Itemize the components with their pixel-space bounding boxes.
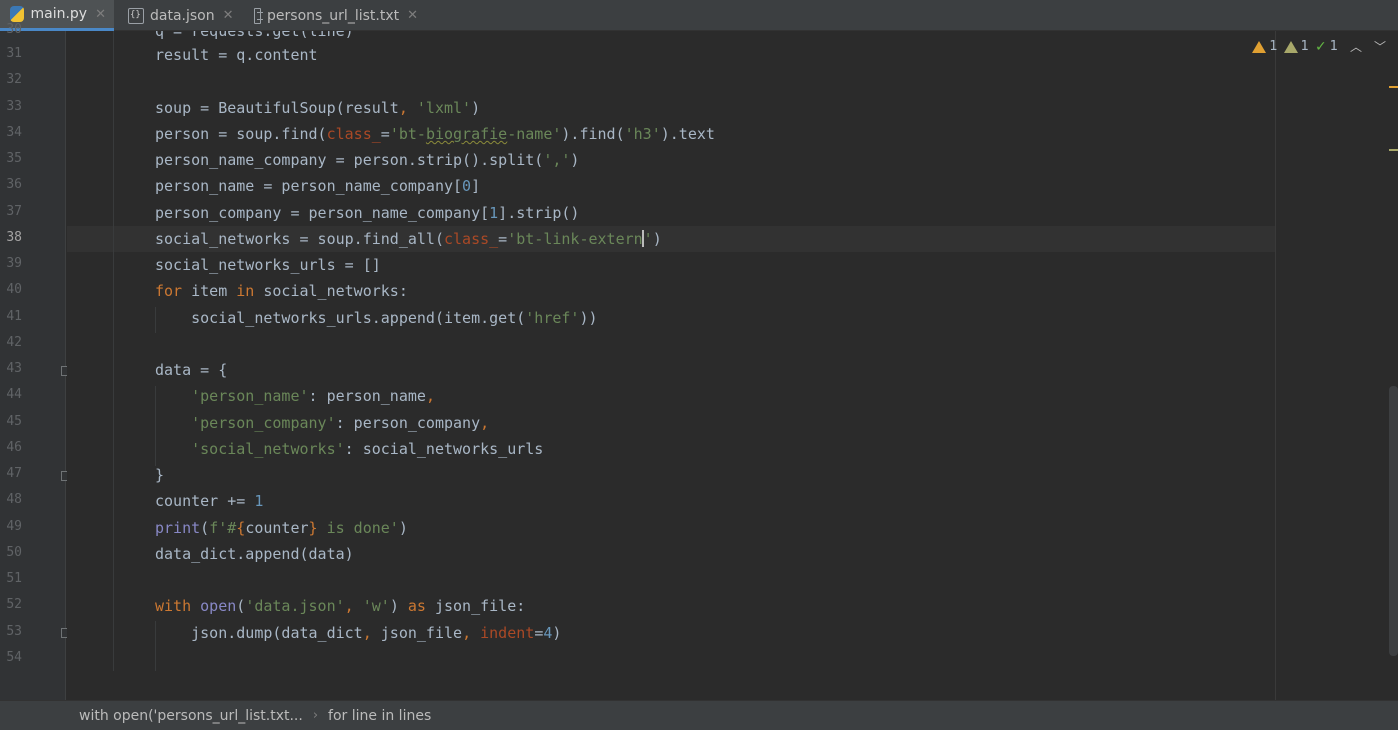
- code-line: 'social_networks': social_networks_urls: [191, 440, 544, 458]
- text-file-icon: [254, 7, 264, 24]
- scrollbar-thumb[interactable]: [1389, 386, 1398, 656]
- typo-count[interactable]: ✓ 1: [1315, 39, 1338, 55]
- code-line: print(f'#{counter} is done'): [155, 519, 408, 537]
- right-margin-guide: [1275, 31, 1276, 700]
- line-number: 52: [6, 597, 22, 612]
- line-number: 53: [6, 624, 22, 639]
- breadcrumb: with open('persons_url_list.txt... › for…: [0, 700, 1398, 730]
- breadcrumb-item[interactable]: with open('persons_url_list.txt...: [79, 708, 303, 724]
- code-line: json.dump(data_dict, json_file, indent=4…: [155, 624, 562, 642]
- line-number: 31: [6, 46, 22, 61]
- editor-scrollbar[interactable]: [1386, 31, 1398, 700]
- close-icon[interactable]: ✕: [95, 7, 106, 22]
- editor-tab-bar: main.py ✕ data.json ✕ persons_url_list.t…: [0, 0, 1398, 31]
- code-line: data_dict.append(data): [155, 545, 354, 563]
- tab-label: persons_url_list.txt: [267, 7, 400, 24]
- typo-check-icon: ✓: [1314, 38, 1327, 55]
- inspection-widget[interactable]: 1 1 ✓ 1 ︿ ﹀: [1252, 38, 1386, 55]
- code-line: data = {: [155, 361, 228, 379]
- code-editor[interactable]: q = requests.get(line) result = q.conten…: [67, 31, 1275, 700]
- warning-count[interactable]: 1: [1283, 39, 1309, 54]
- line-number: 43: [6, 361, 22, 376]
- tab-label: main.py: [30, 6, 88, 22]
- error-count[interactable]: 1: [1252, 39, 1278, 54]
- breadcrumb-item[interactable]: for line in lines: [328, 708, 431, 724]
- line-number: 30: [6, 22, 22, 37]
- code-line: social_networks_urls = []: [155, 256, 381, 274]
- tab-data-json[interactable]: data.json ✕: [118, 0, 242, 31]
- chevron-right-icon: ›: [312, 708, 319, 723]
- previous-highlight-icon[interactable]: ︿: [1350, 38, 1362, 55]
- line-number-gutter[interactable]: 30 31 32 33 34 35 36 37 38 39 40 41 42 4…: [0, 22, 70, 700]
- error-stripe-mark[interactable]: [1389, 86, 1398, 88]
- line-number: 36: [6, 177, 22, 192]
- line-number: 39: [6, 256, 22, 271]
- line-number: 34: [6, 125, 22, 140]
- line-number: 51: [6, 571, 22, 586]
- line-number: 49: [6, 519, 22, 534]
- code-line: counter += 1: [155, 492, 264, 510]
- code-line: person_name = person_name_company[0]: [155, 177, 481, 195]
- tab-label: data.json: [150, 7, 215, 24]
- line-number: 37: [6, 204, 22, 219]
- line-number: 48: [6, 492, 22, 507]
- line-number: 44: [6, 387, 22, 402]
- line-number: 46: [6, 440, 22, 455]
- line-number-current: 38: [6, 230, 22, 245]
- line-number: 54: [6, 650, 22, 665]
- line-number: 47: [6, 466, 22, 481]
- indent-guide: [113, 31, 114, 671]
- weak-warning-icon: [1283, 40, 1298, 53]
- json-file-icon: [128, 7, 144, 24]
- line-number: 35: [6, 151, 22, 166]
- line-number: 45: [6, 414, 22, 429]
- code-line: person = soup.find(class_='bt-biografie-…: [155, 125, 715, 143]
- python-file-icon: [10, 6, 25, 22]
- next-highlight-icon[interactable]: ﹀: [1374, 38, 1386, 55]
- warning-icon: [1252, 40, 1267, 53]
- close-icon[interactable]: ✕: [223, 8, 234, 23]
- code-line: }: [155, 466, 165, 484]
- code-line-current: social_networks = soup.find_all(class_='…: [155, 230, 662, 248]
- tab-persons-url-list[interactable]: persons_url_list.txt ✕: [244, 0, 426, 31]
- line-number: 50: [6, 545, 22, 560]
- code-line: 'person_name': person_name,: [191, 387, 435, 405]
- line-number: 33: [6, 99, 22, 114]
- code-line: for item in social_networks:: [155, 282, 408, 300]
- code-line: 'person_company': person_company,: [191, 414, 490, 432]
- close-icon[interactable]: ✕: [407, 8, 418, 23]
- code-line: with open('data.json', 'w') as json_file…: [155, 597, 526, 615]
- code-line: social_networks_urls.append(item.get('hr…: [155, 309, 598, 327]
- line-number: 42: [6, 335, 22, 350]
- line-number: 40: [6, 282, 22, 297]
- code-line: result = q.content: [155, 46, 318, 64]
- code-line: person_name_company = person.strip().spl…: [155, 151, 580, 169]
- line-number: 41: [6, 309, 22, 324]
- code-line: soup = BeautifulSoup(result, 'lxml'): [155, 99, 481, 117]
- code-line: person_company = person_name_company[1].…: [155, 204, 580, 222]
- warning-stripe-mark[interactable]: [1389, 149, 1398, 151]
- line-number: 32: [6, 72, 22, 87]
